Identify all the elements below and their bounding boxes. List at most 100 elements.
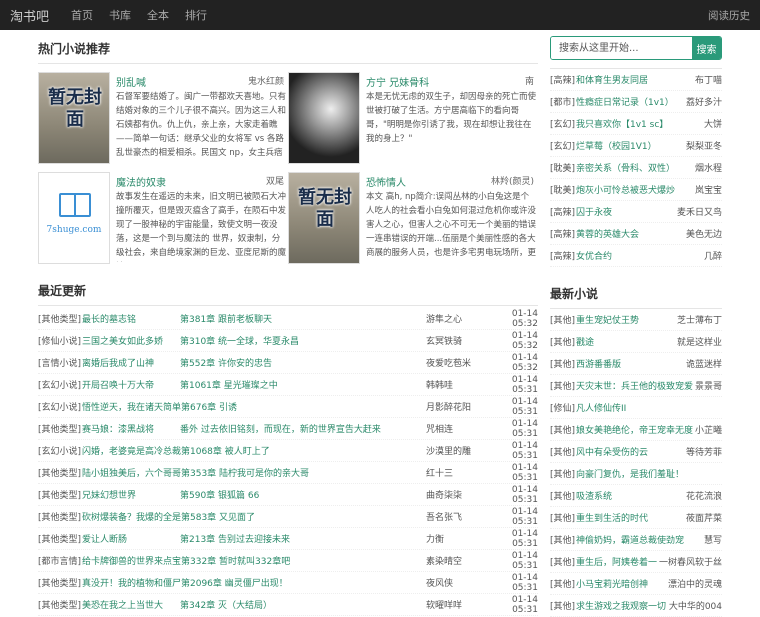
- side-author: 慧写: [703, 536, 722, 546]
- update-author: 咒相连: [426, 425, 454, 435]
- update-book-link[interactable]: 爱让人断肠: [82, 532, 180, 545]
- book-cover[interactable]: 7shuge.com: [38, 172, 110, 264]
- side-category: [其他]: [550, 382, 576, 392]
- update-time: 01-14 05:31: [511, 462, 538, 483]
- side-author: 几醉: [703, 252, 722, 262]
- side-book-link[interactable]: 吸渣系统: [576, 489, 686, 502]
- update-time: 01-14 05:31: [511, 528, 538, 549]
- book-icon: [59, 193, 91, 217]
- update-book-link[interactable]: 悟性逆天，我在诸天简单第676章 引诱: [82, 400, 426, 413]
- update-chapter-link[interactable]: 第590章 银狐篇 66: [180, 488, 426, 501]
- update-chapter-link[interactable]: 第381章 跟前老板聊天: [180, 312, 426, 325]
- side-author: 麦禾日又鸟: [676, 208, 722, 218]
- hot-book-title[interactable]: 方宁 兄妹骨科: [366, 74, 429, 89]
- update-author: 游隼之心: [426, 315, 463, 325]
- update-row: [玄幻小说] 悟性逆天，我在诸天简单第676章 引诱 月影醉花阳 01-14 05:3…: [38, 396, 538, 418]
- update-book-link[interactable]: 闪婚，老婆竟是高冷总裁第1068章 被人盯上了: [82, 444, 426, 457]
- side-row: [其他] 重生后，阿姨卷着一 一树春风软于丝: [550, 551, 722, 573]
- side-category: [其他]: [550, 448, 576, 458]
- update-time: 01-14 05:32: [511, 352, 538, 373]
- hot-book-desc: 石督军要结婚了。闽广一带都欢天喜地。只有结婚对象的三个儿子很不高兴。因为这三人和…: [116, 92, 286, 158]
- side-row: [高辣] 和体育生男友同居 布丁喵: [550, 69, 722, 91]
- side-category: [高辣]: [550, 230, 576, 240]
- side-book-link[interactable]: 重生宠妃仗王势: [576, 313, 677, 326]
- hot-book-title[interactable]: 恐怖情人: [366, 174, 406, 189]
- hot-book-desc: 本是无忧无虑的双生子，却因母亲的死亡而使世被打破了生活。方宁居高临下的看向哥哥，…: [366, 92, 536, 144]
- nav-complete[interactable]: 全本: [147, 7, 169, 23]
- update-book-link[interactable]: 陆小姐独美后，六个哥哥第353章 陆柠我可是你的亲大哥: [82, 466, 426, 479]
- side-book-link[interactable]: 凡人修仙传II: [576, 401, 722, 414]
- update-time: 01-14 05:31: [511, 396, 538, 417]
- book-cover[interactable]: [288, 72, 360, 164]
- side-row: [高辣] 黄蓉的英雄大会 美色无边: [550, 223, 722, 245]
- side-book-link[interactable]: 亲密关系（骨科、双性）: [576, 161, 695, 174]
- update-time: 01-14 05:31: [511, 374, 538, 395]
- update-book-link[interactable]: 开局召唤十万大帝: [82, 378, 180, 391]
- search-button[interactable]: 搜索: [692, 37, 721, 59]
- side-book-link[interactable]: 我只喜欢你【1v1 sc】: [576, 117, 704, 130]
- update-chapter-link[interactable]: 第213章 告别过去迎接未来: [180, 532, 426, 545]
- update-book-link[interactable]: 三国之美女如此多娇: [82, 334, 180, 347]
- side-book-link[interactable]: 天灾末世：兵王他的极致宠爱: [576, 379, 695, 392]
- update-chapter-link[interactable]: 第310章 统一全球，华夏永昌: [180, 334, 426, 347]
- side-category: [高辣]: [550, 76, 576, 86]
- side-author: 就是这样业: [676, 338, 722, 348]
- side-author: 大中华的004: [668, 602, 722, 612]
- nav-ranking[interactable]: 排行: [185, 7, 207, 23]
- side-row: [其他] 小马宝莉光暗创神 漂泊中的灵魂: [550, 573, 722, 595]
- side-book-link[interactable]: 炮灰小可怜总被恶犬爆炒: [576, 183, 695, 196]
- side-category: [都市]: [550, 98, 576, 108]
- side-book-link[interactable]: 重生后，阿姨卷着一: [576, 555, 659, 568]
- side-book-link[interactable]: 和体育生男友同居: [576, 73, 695, 86]
- nav-home[interactable]: 首页: [71, 7, 93, 23]
- side-book-link[interactable]: 娘女美艳绝伦，帝王宠幸无度: [576, 423, 695, 436]
- side-book-link[interactable]: 向豪门复仇，是我们羞耻！: [576, 467, 722, 480]
- search-box: 搜索: [550, 36, 722, 60]
- side-book-link[interactable]: 西游番番版: [576, 357, 686, 370]
- search-input[interactable]: [551, 37, 692, 59]
- update-book-link[interactable]: 给卡牌御兽的世界来点宝第332章 暂时就叫332章吧: [82, 554, 426, 567]
- side-book-link[interactable]: 黄蓉的英雄大会: [576, 227, 686, 240]
- side-book-link[interactable]: 囚于永夜: [576, 205, 677, 218]
- side-book-link[interactable]: 烂草莓（校园1V1）: [576, 139, 686, 152]
- book-cover[interactable]: 暂无封面: [288, 172, 360, 264]
- update-category: [其他类型]: [38, 315, 82, 325]
- side-row: [其他] 重生宠妃仗王势 芝士薄布丁: [550, 309, 722, 331]
- update-category: [其他类型]: [38, 469, 82, 479]
- side-book-link[interactable]: 性瘾症日常记录（1v1）: [576, 95, 686, 108]
- update-author: 韩韩哇: [426, 381, 454, 391]
- side-author: 荔好多汁: [685, 98, 722, 108]
- nav-reading-history[interactable]: 阅读历史: [708, 8, 750, 23]
- book-cover[interactable]: 暂无封面: [38, 72, 110, 164]
- update-time: 01-14 05:31: [511, 572, 538, 593]
- site-brand[interactable]: 淘书吧: [10, 6, 49, 25]
- side-book-link[interactable]: 重生到生活的时代: [576, 511, 686, 524]
- update-chapter-link[interactable]: 第552章 许你安的忠告: [180, 356, 426, 369]
- nav-library[interactable]: 书库: [109, 7, 131, 23]
- side-book-link[interactable]: 风中有朵受伤的云: [576, 445, 686, 458]
- update-book-link[interactable]: 最长的墓志铭: [82, 312, 180, 325]
- side-book-link[interactable]: 求生游戏之我观察一切: [576, 599, 669, 612]
- side-recommend-list: [高辣] 和体育生男友同居 布丁喵 [都市] 性瘾症日常记录（1v1） 荔好多汁 [玄幻] 我…: [550, 68, 722, 267]
- side-book-link[interactable]: 神偷奶妈，霸道总裁使劲宠: [576, 533, 704, 546]
- update-author: 月影醉花阳: [426, 403, 472, 413]
- hot-book-title[interactable]: 魔法的奴隶: [116, 174, 166, 189]
- update-time: 01-14 05:31: [511, 550, 538, 571]
- update-book-link[interactable]: 赛马娘：漆黑战将: [82, 422, 180, 435]
- update-book-link[interactable]: 真没开！我的植物和僵尸第2096章 幽灵僵尸出现！: [82, 576, 426, 589]
- side-book-link[interactable]: 戳途: [576, 335, 677, 348]
- update-author: 吾名张飞: [426, 513, 463, 523]
- side-book-link[interactable]: 小马宝莉光暗创神: [576, 577, 668, 590]
- update-book-link[interactable]: 砍树爆装备？我爆的全是第583章 又见面了: [82, 510, 426, 523]
- side-row: [高辣] 囚于永夜 麦禾日又鸟: [550, 201, 722, 223]
- side-author: 芝士薄布丁: [676, 316, 722, 326]
- hot-book-title[interactable]: 别乱喊: [116, 74, 146, 89]
- update-chapter-link[interactable]: 番外 过去依旧铭刻，而现在，新的世界宣告大赶来: [180, 422, 426, 435]
- update-row: [其他类型] 最长的墓志铭 第381章 跟前老板聊天 游隼之心 01-14 05:32: [38, 308, 538, 330]
- side-author: 小芷曦: [694, 426, 722, 436]
- update-book-link[interactable]: 兄妹幻想世界: [82, 488, 180, 501]
- update-category: [其他类型]: [38, 579, 82, 589]
- update-book-link[interactable]: 离婚后我成了山神: [82, 356, 180, 369]
- update-chapter-link[interactable]: 第1061章 星光璀璨之中: [180, 378, 426, 391]
- side-book-link[interactable]: 女优合约: [576, 249, 704, 262]
